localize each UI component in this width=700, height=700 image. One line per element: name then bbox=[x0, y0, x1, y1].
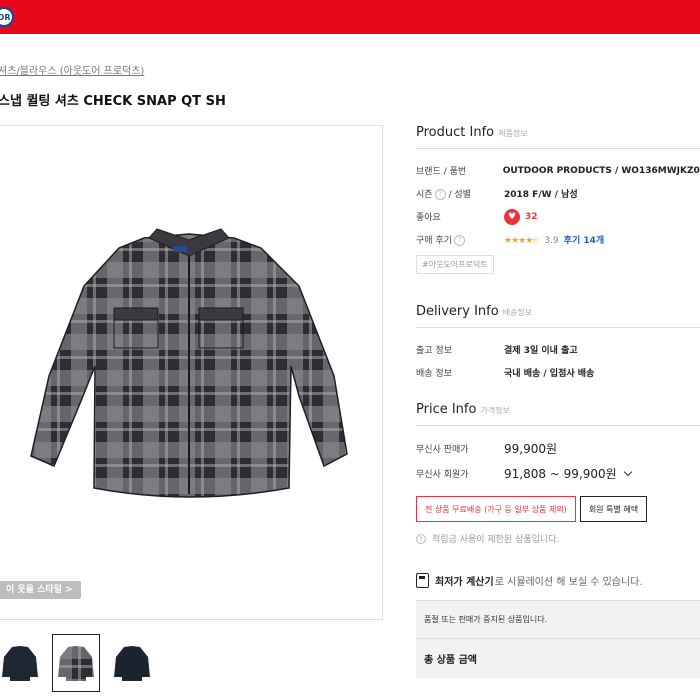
product-info-title: Product Info bbox=[416, 125, 495, 140]
delivery-info-heading: Delivery Info 배송정보 bbox=[416, 304, 700, 319]
thumbnail-navy[interactable] bbox=[0, 634, 44, 692]
product-info-sub: 제품정보 bbox=[498, 129, 528, 138]
likes-count: 32 bbox=[525, 211, 538, 222]
divider bbox=[416, 148, 700, 149]
total-price-label: 총 상품 금액 bbox=[424, 655, 477, 666]
product-title: 스냅 퀼팅 셔츠 CHECK SNAP QT SH bbox=[0, 94, 226, 109]
season-label-wrap: 시즌? / 성별 bbox=[416, 187, 504, 200]
review-count-link[interactable]: 후기 14개 bbox=[564, 236, 605, 246]
ship-row: 출고 정보 결제 3일 이내 출고 bbox=[416, 338, 700, 361]
rating-score: 3.9 bbox=[544, 236, 559, 246]
info-icon: ! bbox=[416, 533, 426, 544]
member-price-label: 무신사 회원가 bbox=[416, 470, 469, 480]
help-icon[interactable]: ? bbox=[453, 235, 465, 246]
sale-price-row: 무신사 판매가 99,900원 bbox=[416, 436, 700, 461]
chevron-down-icon[interactable] bbox=[623, 467, 632, 477]
brand-value[interactable]: OUTDOOR PRODUCTS / WO136MWJKZ01 bbox=[503, 166, 700, 176]
product-info-panel: Product Info 제품정보 브랜드 / 품번 OUTDOOR PRODUC… bbox=[416, 125, 700, 678]
delivery-label: 배송 정보 bbox=[416, 369, 452, 379]
likes-label: 좋아요 bbox=[416, 213, 441, 223]
breadcrumb-link[interactable]: 셔츠/블라우스 (아웃도어 프로덕츠) bbox=[0, 66, 144, 77]
price-info-heading: Price Info 가격정보 bbox=[416, 402, 700, 417]
calculator-text: 로 시뮬레이션 해 보실 수 있습니다. bbox=[494, 577, 643, 588]
ship-label: 출고 정보 bbox=[416, 346, 452, 356]
price-info-title: Price Info bbox=[416, 402, 477, 417]
delivery-row: 배송 정보 국내 배송 / 입점사 배송 bbox=[416, 361, 700, 384]
top-header-bar: OR bbox=[0, 0, 700, 34]
soldout-message: 품절 또는 판매가 중지된 상품입니다. bbox=[416, 601, 700, 639]
calculator-icon bbox=[416, 573, 429, 588]
ship-value: 결제 3일 이내 출고 bbox=[504, 346, 578, 356]
season-row: 시즌? / 성별 2018 F/W / 남성 bbox=[416, 182, 700, 205]
price-calculator[interactable]: 최저가 계산기 로 시뮬레이션 해 보실 수 있습니다. bbox=[416, 573, 700, 588]
season-label: 시즌 bbox=[416, 190, 433, 200]
order-box: 품절 또는 판매가 중지된 상품입니다. 총 상품 금액 bbox=[416, 600, 700, 678]
brand-logo[interactable]: OR bbox=[0, 7, 14, 27]
free-shipping-button[interactable]: 전 상품 무료배송 (가구 등 일부 상품 제외) bbox=[416, 496, 576, 522]
brand-row: 브랜드 / 품번 OUTDOOR PRODUCTS / WO136MWJKZ01 bbox=[416, 159, 700, 182]
star-rating-icon: ★★★★☆ bbox=[504, 236, 540, 246]
review-row: 구매 후기? ★★★★☆ 3.9 후기 14개 bbox=[416, 228, 700, 251]
review-label: 구매 후기 bbox=[416, 236, 452, 246]
season-value: 2018 F/W / 남성 bbox=[504, 190, 578, 200]
style-badge[interactable]: 이 옷을 스타일 > bbox=[0, 581, 81, 599]
member-price-text: 91,808 ~ 99,900원 bbox=[504, 467, 617, 481]
brand-label: 브랜드 / 품번 bbox=[416, 167, 467, 177]
delivery-value: 국내 배송 / 입점사 배송 bbox=[504, 369, 595, 379]
review-value: ★★★★☆ 3.9 후기 14개 bbox=[504, 233, 604, 246]
calculator-link[interactable]: 최저가 계산기 bbox=[435, 573, 494, 588]
divider bbox=[416, 425, 700, 426]
heart-icon[interactable]: ♥ bbox=[504, 208, 520, 225]
delivery-info-sub: 배송정보 bbox=[502, 308, 533, 317]
benefit-buttons: 전 상품 무료배송 (가구 등 일부 상품 제외) 회원 특별 혜택 bbox=[416, 496, 700, 522]
likes-row: 좋아요 ♥ 32 bbox=[416, 205, 700, 228]
sale-price-label: 무신사 판매가 bbox=[416, 445, 469, 455]
member-price-row: 무신사 회원가 91,808 ~ 99,900원 bbox=[416, 461, 700, 486]
thumbnail-strip bbox=[0, 634, 156, 694]
gender-label: / 성별 bbox=[448, 190, 471, 200]
thumbnail-check[interactable] bbox=[52, 634, 100, 692]
member-benefit-button[interactable]: 회원 특별 혜택 bbox=[579, 496, 648, 522]
breadcrumb[interactable]: 셔츠/블라우스 (아웃도어 프로덕츠) bbox=[0, 62, 144, 77]
thumbnail-dark-navy[interactable] bbox=[108, 634, 156, 692]
product-main-image[interactable] bbox=[0, 125, 383, 620]
delivery-info-title: Delivery Info bbox=[416, 304, 499, 319]
shirt-image bbox=[0, 226, 379, 526]
review-label-wrap: 구매 후기? bbox=[416, 233, 504, 246]
point-notice-text: 적립금 사용이 제한된 상품입니다. bbox=[432, 535, 560, 545]
product-info-heading: Product Info 제품정보 bbox=[416, 125, 700, 140]
divider bbox=[416, 327, 700, 328]
help-icon[interactable]: ? bbox=[434, 189, 446, 200]
member-price-value[interactable]: 91,808 ~ 99,900원 bbox=[504, 465, 632, 482]
hashtag[interactable]: #아웃도어프로덕트 bbox=[416, 255, 494, 274]
sale-price-value: 99,900원 bbox=[504, 442, 558, 456]
point-notice: ! 적립금 사용이 제한된 상품입니다. bbox=[416, 532, 700, 545]
likes-value[interactable]: ♥ 32 bbox=[504, 208, 538, 225]
price-info-sub: 가격정보 bbox=[480, 406, 510, 415]
